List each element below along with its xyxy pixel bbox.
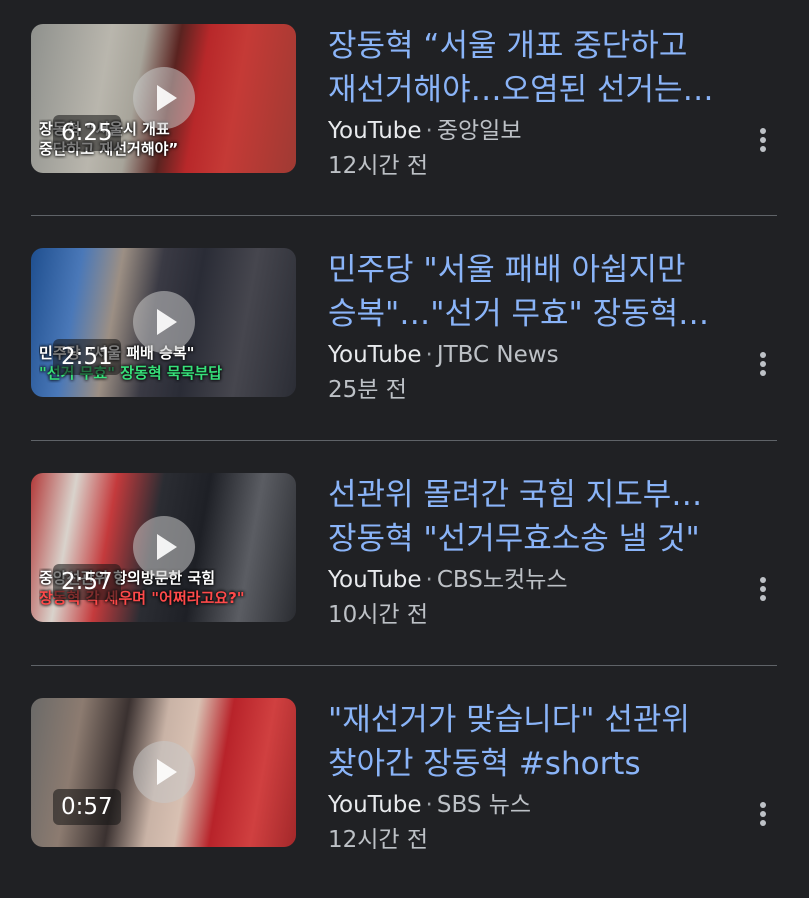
video-result-item[interactable]: 중앙선관위 항의방문한 국힘 장동혁 각 세우며 "어쩌라고요?" 2:57 선… — [0, 449, 809, 673]
video-title-line[interactable]: 승복"…"선거 무효" 장동혁… — [328, 292, 778, 336]
source-label: YouTube — [328, 342, 422, 368]
divider — [31, 440, 777, 441]
video-meta: YouTube · 중앙일보 — [328, 114, 521, 148]
meta-separator: · — [425, 792, 433, 818]
source-label: YouTube — [328, 567, 422, 593]
video-thumbnail[interactable]: 0:57 — [31, 698, 296, 847]
video-result-item[interactable]: 0:57 "재선거가 맞습니다" 선관위 찾아간 장동혁 #shorts You… — [0, 674, 809, 898]
divider — [31, 215, 777, 216]
video-meta: YouTube · CBS노컷뉴스 — [328, 563, 568, 597]
source-label: YouTube — [328, 792, 422, 818]
channel-name: SBS 뉴스 — [436, 792, 532, 818]
video-meta: YouTube · SBS 뉴스 — [328, 788, 531, 822]
video-title-link[interactable]: "재선거가 맞습니다" 선관위 찾아간 장동혁 #shorts — [328, 698, 778, 786]
play-icon[interactable] — [133, 516, 195, 578]
video-thumbnail[interactable]: 민주당 "서울 패배 승복" "선거 무효" 장동혁 묵묵부답 2:51 — [31, 248, 296, 397]
divider — [31, 665, 777, 666]
more-vert-icon[interactable] — [745, 794, 781, 834]
video-result-item[interactable]: 민주당 "서울 패배 승복" "선거 무효" 장동혁 묵묵부답 2:51 민주당… — [0, 224, 809, 448]
video-title-link[interactable]: 장동혁 “서울 개표 중단하고 재선거해야…오염된 선거는… — [328, 24, 778, 112]
video-meta: YouTube · JTBC News — [328, 338, 559, 372]
more-vert-icon[interactable] — [745, 569, 781, 609]
duration-badge: 2:51 — [53, 339, 121, 375]
publish-time: 10시간 전 — [328, 602, 429, 628]
play-icon[interactable] — [133, 67, 195, 129]
video-title-line[interactable]: 장동혁 “서울 개표 중단하고 — [328, 24, 778, 68]
duration-badge: 2:57 — [53, 564, 121, 600]
more-vert-icon[interactable] — [745, 344, 781, 384]
video-title-link[interactable]: 민주당 "서울 패배 아쉽지만 승복"…"선거 무효" 장동혁… — [328, 248, 778, 336]
meta-separator: · — [425, 118, 433, 144]
video-title-line[interactable]: 민주당 "서울 패배 아쉽지만 — [328, 248, 778, 292]
video-thumbnail[interactable]: 중앙선관위 항의방문한 국힘 장동혁 각 세우며 "어쩌라고요?" 2:57 — [31, 473, 296, 622]
play-icon[interactable] — [133, 741, 195, 803]
more-vert-icon[interactable] — [745, 120, 781, 160]
publish-time: 12시간 전 — [328, 153, 429, 179]
duration-badge: 6:25 — [53, 115, 121, 151]
meta-separator: · — [425, 342, 433, 368]
meta-separator: · — [425, 567, 433, 593]
duration-badge: 0:57 — [53, 789, 121, 825]
video-thumbnail[interactable]: 장동혁 “서울시 개표 중단하고 재선거해야” 6:25 — [31, 24, 296, 173]
video-title-line[interactable]: 재선거해야…오염된 선거는… — [328, 68, 778, 112]
video-result-item[interactable]: 장동혁 “서울시 개표 중단하고 재선거해야” 6:25 장동혁 “서울 개표 … — [0, 0, 809, 224]
video-title-line[interactable]: "재선거가 맞습니다" 선관위 — [328, 698, 778, 742]
video-title-line[interactable]: 선관위 몰려간 국힘 지도부… — [328, 473, 778, 517]
video-title-line[interactable]: 찾아간 장동혁 #shorts — [328, 742, 778, 786]
video-title-line[interactable]: 장동혁 "선거무효소송 낼 것" — [328, 517, 778, 561]
publish-time: 25분 전 — [328, 377, 407, 403]
video-title-link[interactable]: 선관위 몰려간 국힘 지도부… 장동혁 "선거무효소송 낼 것" — [328, 473, 778, 561]
channel-name: 중앙일보 — [436, 118, 522, 144]
play-icon[interactable] — [133, 291, 195, 353]
publish-time: 12시간 전 — [328, 827, 429, 853]
channel-name: JTBC News — [436, 342, 559, 368]
source-label: YouTube — [328, 118, 422, 144]
channel-name: CBS노컷뉴스 — [436, 567, 568, 593]
